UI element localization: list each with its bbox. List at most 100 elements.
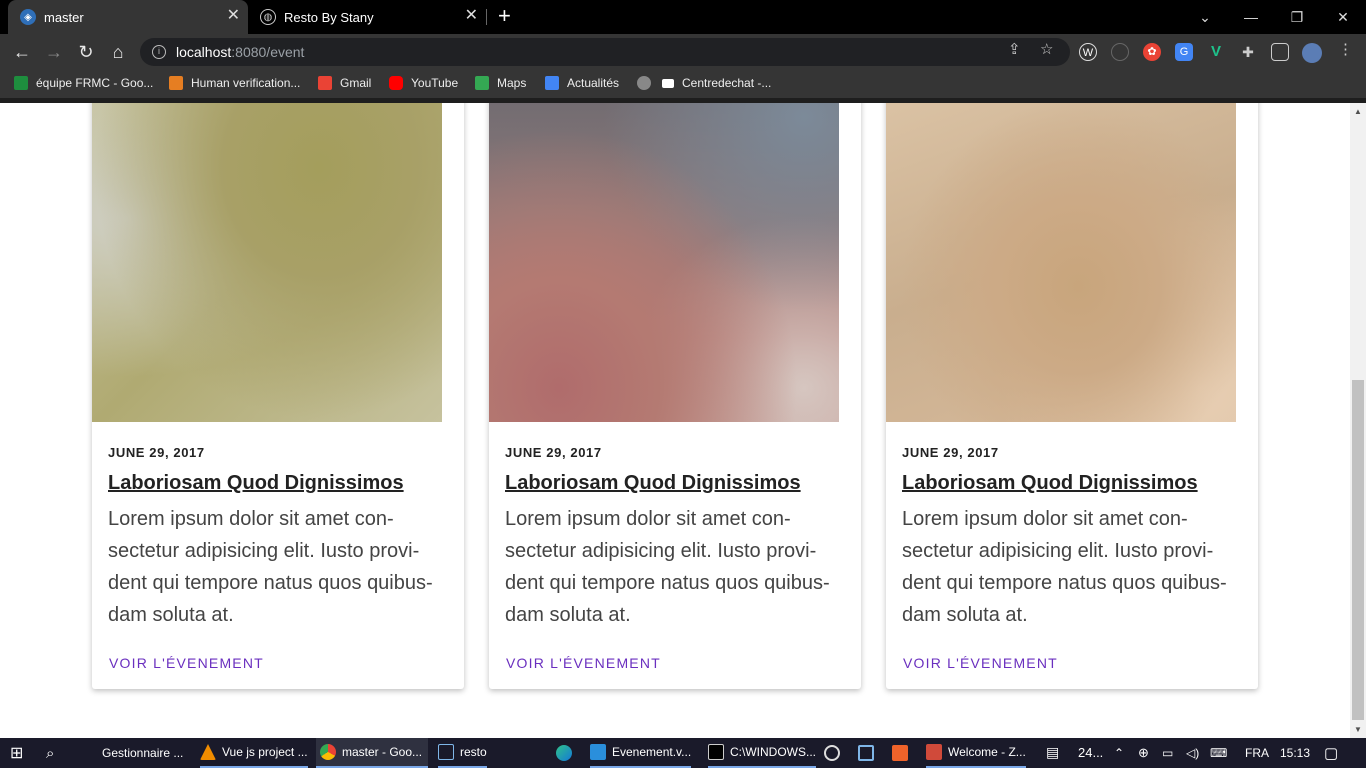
search-icon[interactable]: ⌕: [46, 738, 54, 768]
minimize-button[interactable]: —: [1228, 0, 1274, 34]
tab-separator: [486, 9, 487, 25]
event-title[interactable]: Laboriosam Quod Dignissimos: [902, 472, 1198, 495]
bookmarks-bar: équipe FRMC - Goo... Human verification.…: [0, 70, 1366, 98]
tab-title: master: [44, 9, 84, 25]
taskbar-app-vue[interactable]: Vue js project ...: [200, 738, 308, 768]
address-bar[interactable]: i localhost:8080/event: [140, 38, 1070, 66]
sheets-icon: [14, 76, 28, 90]
event-description: Lorem ipsum dolor sit amet con- sectetur…: [108, 508, 433, 626]
close-tab-icon[interactable]: ✕: [227, 8, 240, 24]
chrome-icon: [320, 744, 336, 760]
google-translate-icon[interactable]: G: [1175, 43, 1193, 61]
tab-search-icon[interactable]: ⌄: [1182, 0, 1228, 34]
tab-title: Resto By Stany: [284, 9, 374, 25]
profile-avatar[interactable]: [1302, 43, 1322, 63]
news-widget-text[interactable]: 24...: [1078, 745, 1103, 760]
scroll-down-arrow-icon[interactable]: ▼: [1354, 725, 1362, 734]
taskbar-app-welcome[interactable]: Welcome - Z...: [926, 738, 1026, 768]
forward-button[interactable]: →: [42, 40, 66, 64]
taskbar-app-edge[interactable]: [556, 738, 578, 768]
obs-icon: [824, 745, 840, 761]
event-image: [92, 103, 442, 422]
vlc-icon: [200, 744, 216, 760]
clock[interactable]: 15:13: [1280, 746, 1310, 760]
browser-toolbar: ← → ↻ ⌂ i localhost:8080/event ⇪ ☆ W ✿ G…: [0, 34, 1366, 70]
language-indicator[interactable]: FRA: [1245, 746, 1269, 760]
event-description: Lorem ipsum dolor sit amet con- sectetur…: [902, 508, 1227, 626]
youtube-icon: [389, 76, 403, 90]
event-image: [489, 103, 839, 422]
news-icon: [545, 76, 559, 90]
bookmark-gmail[interactable]: Gmail: [318, 76, 371, 90]
event-card: JUNE 29, 2017 Laboriosam Quod Dignissimo…: [886, 103, 1258, 689]
event-image: [886, 103, 1236, 422]
tab-master[interactable]: ◈ master ✕: [8, 0, 248, 34]
taskbar-app-blue[interactable]: [858, 738, 880, 768]
extensions-puzzle-icon[interactable]: ✚: [1239, 43, 1257, 61]
bookmark-globe[interactable]: [637, 76, 659, 90]
view-event-link[interactable]: VOIR L'ÉVENEMENT: [903, 655, 1058, 671]
taskbar-app-chrome[interactable]: master - Goo...: [316, 738, 429, 768]
folder-icon: [438, 744, 454, 760]
maps-icon: [475, 76, 489, 90]
bookmark-human-verification[interactable]: Human verification...: [169, 76, 300, 90]
vue-logo-icon: ◈: [20, 9, 36, 25]
terminal-icon: [708, 744, 724, 760]
start-button[interactable]: ⊞: [10, 738, 23, 768]
close-window-button[interactable]: ✕: [1320, 0, 1366, 34]
news-widget-icon[interactable]: ▤: [1046, 744, 1059, 761]
bookmark-equipe[interactable]: équipe FRMC - Goo...: [14, 76, 153, 90]
event-date: JUNE 29, 2017: [505, 445, 602, 460]
extension-colorful-icon[interactable]: ✿: [1143, 43, 1161, 61]
view-event-link[interactable]: VOIR L'ÉVENEMENT: [109, 655, 264, 671]
keyboard-icon[interactable]: ⌨: [1210, 746, 1227, 760]
vscode-icon: [590, 744, 606, 760]
event-title[interactable]: Laboriosam Quod Dignissimos: [505, 472, 801, 495]
event-card: JUNE 29, 2017 Laboriosam Quod Dignissimo…: [92, 103, 464, 689]
xampp-icon: [892, 745, 908, 761]
event-date: JUNE 29, 2017: [902, 445, 999, 460]
side-panel-icon[interactable]: [1271, 43, 1289, 61]
bookmark-actualites[interactable]: Actualités: [545, 76, 619, 90]
reload-button[interactable]: ↻: [74, 40, 98, 64]
edge-icon: [556, 745, 572, 761]
home-button[interactable]: ⌂: [106, 40, 130, 64]
extension-circle-icon[interactable]: [1111, 43, 1129, 61]
taskbar-app-gestionnaire[interactable]: Gestionnaire ...: [102, 738, 183, 768]
taskbar-app-obs[interactable]: [824, 738, 846, 768]
bookmark-star-icon[interactable]: ☆: [1040, 40, 1053, 58]
battery-icon[interactable]: ▭: [1162, 746, 1173, 760]
extension-v-icon[interactable]: V: [1207, 43, 1225, 61]
globe-icon: ◍: [260, 9, 276, 25]
gmail-icon: [318, 76, 332, 90]
volume-icon[interactable]: ◁): [1186, 746, 1199, 760]
address-host: localhost: [176, 44, 232, 60]
stackoverflow-icon: [169, 76, 183, 90]
extension-w-icon[interactable]: W: [1079, 43, 1097, 61]
taskbar-app-resto-folder[interactable]: resto: [438, 738, 487, 768]
bookmark-centredechat[interactable]: Centredechat -...: [662, 76, 771, 90]
view-event-link[interactable]: VOIR L'ÉVENEMENT: [506, 655, 661, 671]
taskbar-app-vscode[interactable]: Evenement.v...: [590, 738, 692, 768]
taskbar-app-xampp[interactable]: [892, 738, 914, 768]
notifications-icon[interactable]: ▢: [1324, 744, 1338, 762]
close-tab-icon[interactable]: ✕: [465, 8, 478, 24]
page-scrollbar[interactable]: ▲ ▼: [1350, 103, 1366, 738]
back-button[interactable]: ←: [10, 40, 34, 64]
scroll-up-arrow-icon[interactable]: ▲: [1354, 107, 1362, 116]
share-icon[interactable]: ⇪: [1008, 40, 1021, 58]
browser-tab-bar: ◈ master ✕ ◍ Resto By Stany ✕ + ⌄ — ❐ ✕: [0, 0, 1366, 34]
taskbar-app-cmd[interactable]: C:\WINDOWS...: [708, 738, 816, 768]
address-path: :8080/event: [231, 44, 305, 60]
show-hidden-icons[interactable]: ⌃: [1114, 746, 1124, 760]
site-info-icon[interactable]: i: [152, 45, 166, 59]
tab-resto[interactable]: ◍ Resto By Stany ✕: [250, 0, 486, 34]
globe-network-icon[interactable]: ⊕: [1138, 745, 1149, 761]
restore-button[interactable]: ❐: [1274, 0, 1320, 34]
event-title[interactable]: Laboriosam Quod Dignissimos: [108, 472, 404, 495]
new-tab-button[interactable]: +: [498, 4, 511, 28]
scrollbar-thumb[interactable]: [1352, 380, 1364, 720]
bookmark-maps[interactable]: Maps: [475, 76, 526, 90]
menu-kebab-icon[interactable]: ⋮: [1338, 40, 1353, 58]
bookmark-youtube[interactable]: YouTube: [389, 76, 458, 90]
